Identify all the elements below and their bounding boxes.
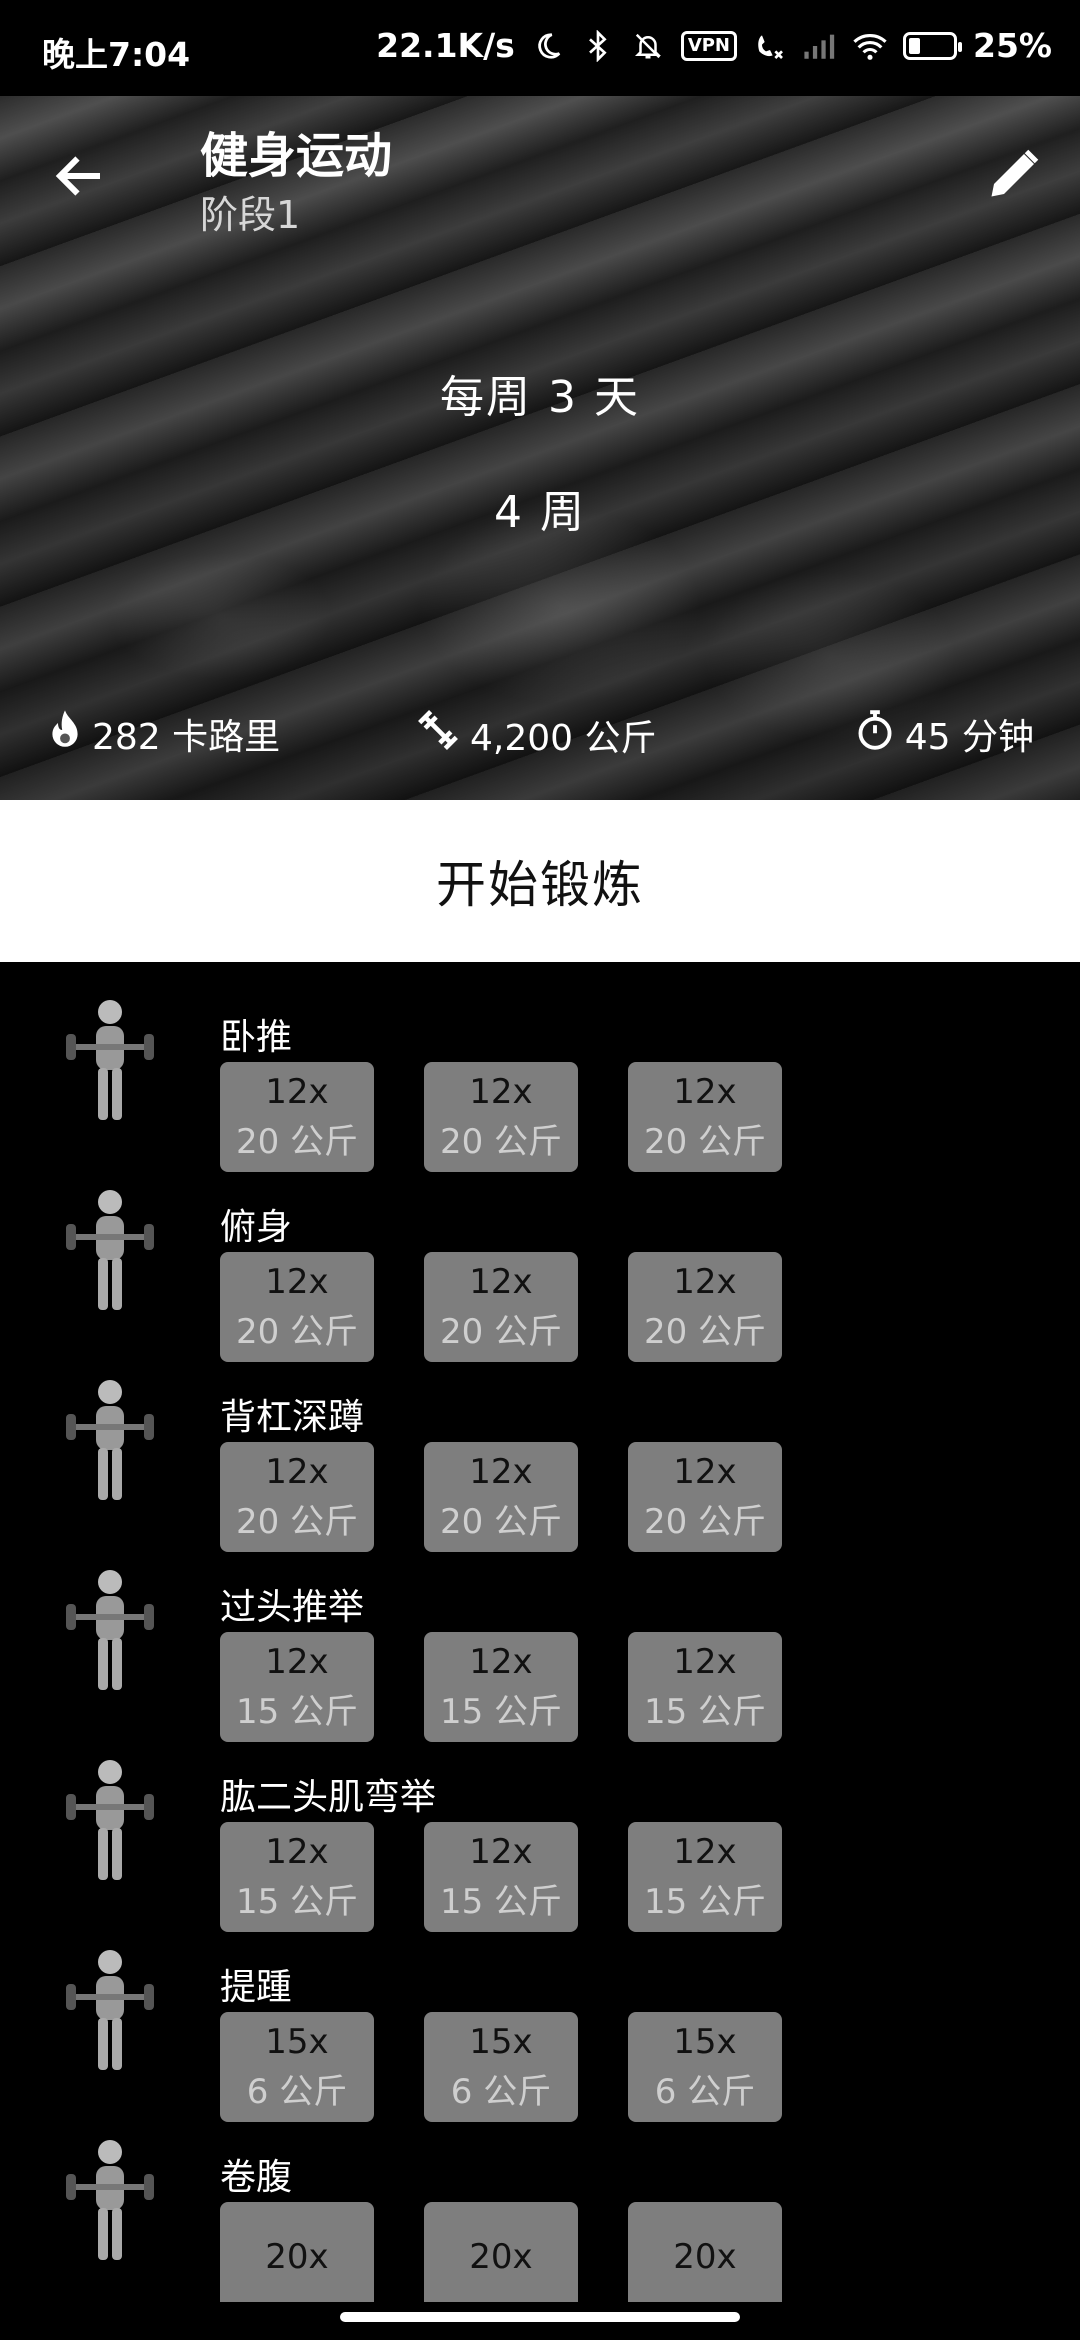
set-reps: 12x xyxy=(265,1262,329,1302)
set-reps: 12x xyxy=(469,1832,533,1872)
calories-value: 282 卡路里 xyxy=(92,717,281,758)
flame-icon xyxy=(48,709,82,760)
page-title: 健身运动 xyxy=(200,128,393,184)
exercise-figure-icon xyxy=(62,1562,158,1702)
exercise-row[interactable]: 肱二头肌弯举 12x 15 公斤 12x 15 公斤 12x 15 公斤 xyxy=(0,1722,1080,1932)
vpn-icon: VPN xyxy=(680,30,737,61)
set-reps: 12x xyxy=(673,1072,737,1112)
exercise-name: 提踵 xyxy=(220,1967,293,2008)
exercise-figure-icon xyxy=(62,1942,158,2082)
edit-button[interactable] xyxy=(984,144,1044,204)
bell-off-icon xyxy=(631,29,665,63)
battery-icon xyxy=(903,31,962,60)
exercise-name: 卷腹 xyxy=(220,2157,293,2198)
set-reps: 12x xyxy=(265,1452,329,1492)
network-speed: 22.1K/s xyxy=(376,26,515,65)
exercise-figure-icon xyxy=(62,1752,158,1892)
set-reps: 12x xyxy=(265,1832,329,1872)
set-reps: 12x xyxy=(673,1832,737,1872)
exercise-figure-icon xyxy=(62,1182,158,1322)
exercise-list: 卧推 12x 20 公斤 12x 20 公斤 12x 20 公斤 俯身 12x 20 公斤 12x 2… xyxy=(0,962,1080,2302)
set-reps: 12x xyxy=(673,1452,737,1492)
set-reps: 12x xyxy=(469,1452,533,1492)
exercise-row[interactable]: 过头推举 12x 15 公斤 12x 15 公斤 12x 15 公斤 xyxy=(0,1532,1080,1742)
weight-stat: 4,200 公斤 xyxy=(416,708,657,761)
call-icon xyxy=(753,29,787,63)
status-time: 晚上7:04 xyxy=(42,35,191,74)
set-reps: 12x xyxy=(265,1642,329,1682)
set-reps: 12x xyxy=(673,1262,737,1302)
exercise-row[interactable]: 背杠深蹲 12x 20 公斤 12x 20 公斤 12x 20 公斤 xyxy=(0,1342,1080,1552)
back-button[interactable] xyxy=(50,146,110,206)
exercise-figure-icon xyxy=(62,992,158,1132)
exercise-sets: 20x 20x 20x xyxy=(220,2202,782,2302)
battery-percent: 25% xyxy=(973,26,1052,65)
set-reps: 12x xyxy=(673,1642,737,1682)
set-chip[interactable]: 20x xyxy=(628,2202,782,2302)
moon-icon xyxy=(531,29,565,63)
exercise-row[interactable]: 卧推 12x 20 公斤 12x 20 公斤 12x 20 公斤 xyxy=(0,962,1080,1172)
exercise-name: 过头推举 xyxy=(220,1587,365,1628)
exercise-figure-icon xyxy=(62,2132,158,2272)
set-reps: 15x xyxy=(469,2022,533,2062)
set-reps: 15x xyxy=(265,2022,329,2062)
phase-label: 阶段1 xyxy=(200,193,301,237)
set-reps: 12x xyxy=(469,1072,533,1112)
exercise-name: 俯身 xyxy=(220,1207,293,1248)
duration-value: 45 分钟 xyxy=(904,717,1034,758)
days-per-week: 每周 3 天 xyxy=(440,372,640,423)
set-reps: 15x xyxy=(673,2022,737,2062)
set-chip[interactable]: 20x xyxy=(424,2202,578,2302)
signal-icon xyxy=(803,29,837,63)
wifi-icon xyxy=(853,29,887,63)
set-reps: 12x xyxy=(469,1262,533,1302)
set-reps: 20x xyxy=(265,2237,329,2277)
exercise-name: 背杠深蹲 xyxy=(220,1397,365,1438)
calories-stat: 282 卡路里 xyxy=(48,708,280,760)
exercise-figure-icon xyxy=(62,1372,158,1512)
start-workout-button[interactable]: 开始锻炼 xyxy=(0,800,1080,962)
set-reps: 12x xyxy=(265,1072,329,1112)
set-chip[interactable]: 20x xyxy=(220,2202,374,2302)
bluetooth-icon xyxy=(581,29,615,63)
exercise-row[interactable]: 卷腹 20x 20x 20x xyxy=(0,2102,1080,2302)
set-reps: 12x xyxy=(469,1642,533,1682)
exercise-name: 卧推 xyxy=(220,1017,293,1058)
duration-stat: 45 分钟 xyxy=(855,708,1034,760)
stopwatch-icon xyxy=(855,709,895,760)
home-indicator[interactable] xyxy=(340,2312,740,2322)
status-bar: 晚上7:04 22.1K/s VPN 25% xyxy=(0,0,1080,96)
weight-value: 4,200 公斤 xyxy=(470,717,657,759)
dumbbell-icon xyxy=(416,708,460,761)
duration-weeks: 4 周 xyxy=(494,487,586,538)
status-icons: 22.1K/s VPN 25% xyxy=(376,26,1052,65)
exercise-name: 肱二头肌弯举 xyxy=(220,1777,437,1818)
exercise-row[interactable]: 提踵 15x 6 公斤 15x 6 公斤 15x 6 公斤 xyxy=(0,1912,1080,2122)
set-reps: 20x xyxy=(469,2237,533,2277)
exercise-row[interactable]: 俯身 12x 20 公斤 12x 20 公斤 12x 20 公斤 xyxy=(0,1152,1080,1362)
set-reps: 20x xyxy=(673,2237,737,2277)
workout-header: 健身运动 阶段1 每周 3 天 4 周 282 卡路里 4,200 公斤 45 … xyxy=(0,96,1080,800)
